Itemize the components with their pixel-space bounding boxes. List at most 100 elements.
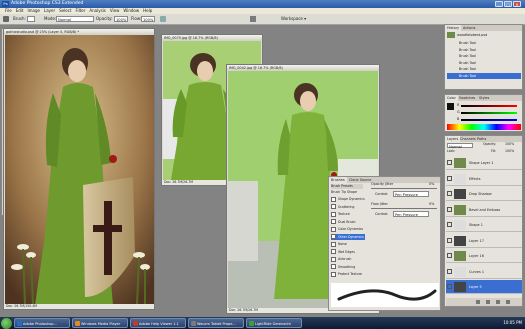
tab-color[interactable]: Color: [445, 95, 458, 101]
brush-option-checkbox[interactable]: [331, 256, 336, 262]
layer-visibility-eye-icon[interactable]: [447, 222, 452, 227]
tab-clone-source[interactable]: Clone Source: [347, 177, 373, 183]
layer-row[interactable]: Layer 16: [446, 249, 522, 263]
brush-tool-preset-icon[interactable]: [3, 16, 9, 22]
brush-option-checkbox[interactable]: [331, 234, 336, 239]
menu-help[interactable]: Help: [143, 8, 152, 13]
brush-option-checkbox[interactable]: [331, 271, 336, 277]
layer-name[interactable]: Bevel and Emboss: [469, 203, 500, 217]
tab-brushes[interactable]: Brushes: [329, 177, 347, 183]
brush-option-checkbox[interactable]: [331, 241, 336, 247]
layer-visibility-eye-icon[interactable]: [447, 160, 452, 165]
tab-swatches[interactable]: Swatches: [457, 95, 477, 101]
layer-opacity-value[interactable]: 100%: [505, 142, 514, 146]
snapshot-thumbnail[interactable]: [447, 32, 455, 38]
opacity-input[interactable]: 100%: [114, 16, 128, 22]
layer-visibility-eye-icon[interactable]: [447, 237, 452, 243]
document-canvas-main[interactable]: [5, 35, 154, 305]
flow-input[interactable]: 100%: [141, 16, 155, 22]
taskbar-task-button[interactable]: Adobe Help Viewer 1.1: [130, 318, 186, 328]
menu-view[interactable]: View: [110, 8, 120, 13]
taskbar-task-button[interactable]: LightRide Gerenacht: [246, 318, 302, 328]
layer-name[interactable]: Shape Layer 1: [469, 156, 493, 170]
brush-option-item[interactable]: Texture: [331, 211, 365, 217]
layer-name[interactable]: Shape 1: [469, 218, 483, 232]
layer-name[interactable]: Layer 5: [469, 280, 482, 294]
layer-visibility-eye-icon[interactable]: [447, 175, 452, 181]
menu-image[interactable]: Image: [27, 8, 40, 13]
mode-select[interactable]: Normal: [56, 16, 94, 22]
layer-row[interactable]: Shape Layer 1: [446, 156, 522, 170]
new-layer-icon[interactable]: [496, 300, 500, 304]
layer-row[interactable]: Curves 1: [446, 265, 522, 279]
taskbar-task-button[interactable]: Wacom Tablet Prope...: [188, 318, 244, 328]
layer-visibility-eye-icon[interactable]: [447, 191, 452, 196]
history-item[interactable]: Brush Tool: [447, 40, 521, 46]
brush-option-checkbox[interactable]: [331, 219, 336, 224]
brush-option-checkbox[interactable]: [331, 196, 336, 202]
new-adjustment-layer-icon[interactable]: [476, 300, 480, 304]
workspace-menu[interactable]: Workspace ▾: [281, 14, 306, 24]
history-item[interactable]: Brush Tool: [447, 66, 521, 72]
new-group-icon[interactable]: [486, 300, 490, 304]
channel-r-slider[interactable]: [461, 105, 517, 107]
brush-option-checkbox[interactable]: [331, 264, 336, 269]
start-button[interactable]: [1, 318, 12, 329]
fill-value[interactable]: 100%: [505, 149, 514, 153]
layer-name[interactable]: Curves 1: [469, 265, 484, 279]
layer-row[interactable]: Effects: [446, 172, 522, 186]
control-select[interactable]: Pen Pressure: [393, 191, 429, 197]
channel-g-slider[interactable]: [461, 112, 517, 114]
layer-name[interactable]: Effects: [469, 172, 481, 186]
brush-option-item[interactable]: Other Dynamics: [331, 233, 365, 240]
channel-b-slider[interactable]: [461, 119, 517, 121]
menu-analysis[interactable]: Analysis: [89, 8, 105, 13]
menu-file[interactable]: File: [5, 8, 12, 13]
brush-tip-shape-item[interactable]: Brush Tip Shape: [331, 190, 363, 195]
tab-history[interactable]: History: [445, 25, 462, 31]
history-item[interactable]: Brush Tool: [447, 47, 521, 53]
menu-edit[interactable]: Edit: [16, 8, 24, 13]
control-select-2[interactable]: Pen Pressure: [393, 211, 429, 217]
taskbar-task-button[interactable]: Adobe Photoshop...: [14, 318, 70, 328]
brush-option-item[interactable]: Scattering: [331, 204, 365, 210]
layer-name[interactable]: Drop Shadow: [469, 187, 492, 201]
brush-option-item[interactable]: Color Dynamics: [331, 226, 365, 232]
layer-row[interactable]: Layer 17: [446, 234, 522, 248]
history-item[interactable]: Brush Tool: [447, 60, 521, 66]
menu-window[interactable]: Window: [123, 8, 139, 13]
snapshot-name[interactable]: woodfotobest.psd: [457, 32, 487, 38]
menu-select[interactable]: Select: [59, 8, 71, 13]
layer-row[interactable]: Drop Shadow: [446, 187, 522, 201]
minimize-button[interactable]: _: [495, 1, 503, 7]
brush-option-item[interactable]: Wet Edges: [331, 249, 365, 255]
layer-visibility-eye-icon[interactable]: [447, 284, 452, 289]
tab-actions[interactable]: Actions: [461, 25, 477, 31]
brush-option-item[interactable]: Shape Dynamics: [331, 196, 365, 202]
brush-option-item[interactable]: Smoothing: [331, 264, 365, 270]
panel-well-icon[interactable]: [250, 16, 256, 22]
brush-option-item[interactable]: Airbrush: [331, 256, 365, 262]
brush-option-checkbox[interactable]: [331, 211, 336, 217]
brush-option-item[interactable]: Dual Brush: [331, 219, 365, 225]
tab-styles[interactable]: Styles: [477, 95, 491, 101]
opacity-jitter-slider[interactable]: [371, 188, 437, 189]
brush-option-checkbox[interactable]: [331, 249, 336, 254]
layer-name[interactable]: Layer 16: [469, 249, 484, 263]
color-spectrum-ramp[interactable]: [447, 124, 521, 130]
taskbar-task-button[interactable]: Windows Media Player: [72, 318, 128, 328]
color-foreground-swatch[interactable]: [447, 103, 454, 110]
brush-presets-button[interactable]: Brush Presets: [331, 184, 363, 189]
trash-icon[interactable]: [506, 300, 510, 304]
history-item[interactable]: Brush Tool: [447, 72, 521, 79]
layer-row[interactable]: Bevel and Emboss: [446, 203, 522, 217]
maximize-button[interactable]: □: [504, 1, 512, 7]
layer-visibility-eye-icon[interactable]: [447, 253, 452, 258]
layer-row[interactable]: Shape 1: [446, 218, 522, 232]
menu-layer[interactable]: Layer: [44, 8, 55, 13]
brush-option-checkbox[interactable]: [331, 204, 336, 209]
document-window-main[interactable]: gothicstudio.psd @ 25% (Layer 5, RGB/8) …: [3, 28, 155, 310]
blend-mode-select[interactable]: Normal: [447, 143, 473, 149]
brush-option-item[interactable]: Noise: [331, 241, 365, 247]
airbrush-icon[interactable]: [160, 16, 166, 22]
